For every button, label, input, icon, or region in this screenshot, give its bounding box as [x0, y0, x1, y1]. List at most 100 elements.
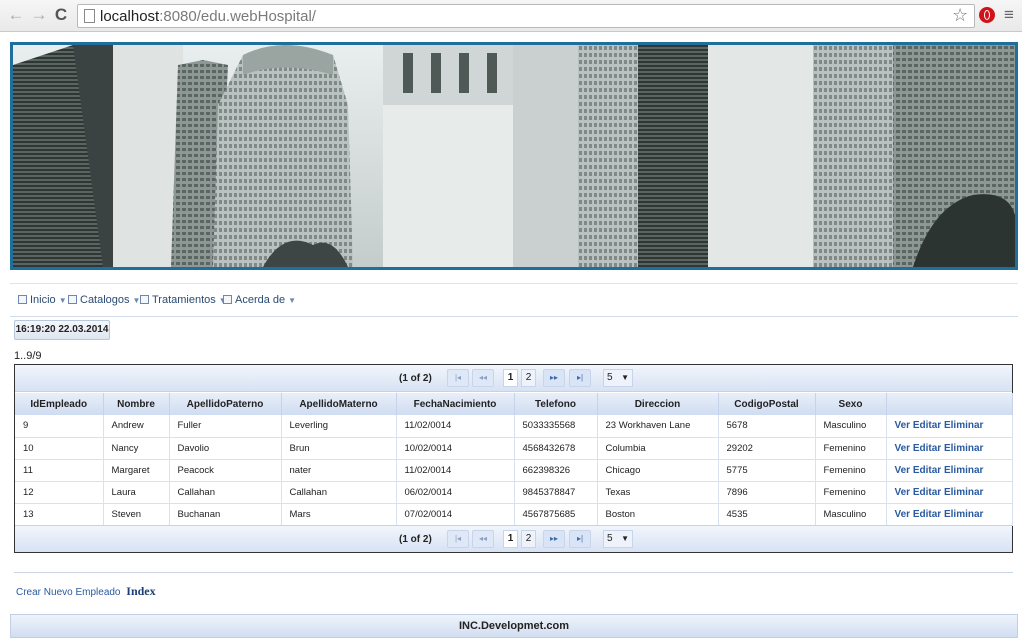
- menu-catalogos[interactable]: Catalogos ▼: [68, 294, 140, 306]
- dropdown-arrow-icon: ▼: [621, 534, 629, 543]
- next-page-button[interactable]: ▸▸: [543, 530, 565, 548]
- employee-data-table: IdEmpleado Nombre ApellidoPaterno Apelli…: [15, 393, 1013, 526]
- column-header[interactable]: CodigoPostal: [718, 393, 816, 415]
- table-cell: 4568432678: [514, 437, 598, 460]
- table-cell: Leverling: [281, 415, 397, 438]
- edit-link[interactable]: Editar: [913, 509, 941, 520]
- menu-inicio-label: Inicio: [30, 294, 56, 306]
- column-header[interactable]: ApellidoPaterno: [169, 393, 282, 415]
- table-cell: 10/02/0014: [396, 437, 515, 460]
- skyscrapers-image: [13, 45, 1015, 267]
- clock-button[interactable]: 16:19:20 22.03.2014: [14, 320, 110, 340]
- table-cell: Peacock: [169, 459, 282, 482]
- table-row[interactable]: 12 Laura Callahan Callahan 06/02/0014 9845378…: [15, 481, 1013, 504]
- table-cell: Chicago: [597, 459, 719, 482]
- column-header[interactable]: Nombre: [103, 393, 170, 415]
- table-cell: Buchanan: [169, 503, 282, 526]
- edit-link[interactable]: Editar: [913, 443, 941, 454]
- table-cell: 4567875685: [514, 503, 598, 526]
- menu-acerca-label: Acerda de: [235, 294, 286, 306]
- table-cell: 662398326: [514, 459, 598, 482]
- page-1-button[interactable]: 1: [503, 369, 518, 387]
- menu-inicio[interactable]: Inicio ▼: [18, 294, 67, 306]
- table-cell: Masculino: [815, 415, 887, 438]
- view-link[interactable]: Ver: [895, 487, 911, 498]
- address-bar[interactable]: localhost:8080/edu.webHospital/: [77, 4, 975, 28]
- rows-per-page-value: 5: [607, 533, 613, 544]
- column-header[interactable]: Direccion: [597, 393, 719, 415]
- table-cell: Laura: [103, 481, 170, 504]
- delete-link[interactable]: Eliminar: [944, 420, 983, 431]
- url-path: :8080/edu.webHospital/: [159, 8, 316, 25]
- edit-link[interactable]: Editar: [913, 487, 941, 498]
- page-2-button[interactable]: 2: [521, 369, 536, 387]
- index-link[interactable]: Index: [126, 584, 155, 598]
- table-cell: 9845378847: [514, 481, 598, 504]
- previous-page-button[interactable]: ◂◂: [472, 530, 494, 548]
- table-cell: 5775: [718, 459, 816, 482]
- browser-menu-icon[interactable]: ≡: [1004, 5, 1014, 25]
- previous-page-button[interactable]: ◂◂: [472, 369, 494, 387]
- table-cell: 4535: [718, 503, 816, 526]
- delete-link[interactable]: Eliminar: [944, 487, 983, 498]
- last-page-button[interactable]: ▸|: [569, 530, 591, 548]
- view-link[interactable]: Ver: [895, 509, 911, 520]
- rows-per-page-select[interactable]: 5 ▼: [603, 369, 633, 387]
- view-link[interactable]: Ver: [895, 465, 911, 476]
- table-cell: 10: [15, 437, 104, 460]
- main-menu-bar: Inicio▼ Catalogos▼ Tratamientos▼ Acerda …: [10, 283, 1018, 317]
- bookmark-star-icon[interactable]: ☆: [952, 5, 968, 25]
- first-page-button[interactable]: |◂: [447, 530, 469, 548]
- employee-table: (1 of 2) |◂ ◂◂ 1 2 ▸▸ ▸| 5 ▼ IdEmpleado N…: [14, 364, 1013, 553]
- table-cell: 11: [15, 459, 104, 482]
- column-header[interactable]: Telefono: [514, 393, 598, 415]
- row-actions: Ver Editar Eliminar: [886, 415, 1013, 438]
- column-header[interactable]: ApellidoMaterno: [281, 393, 397, 415]
- table-cell: Boston: [597, 503, 719, 526]
- create-employee-link[interactable]: Crear Nuevo Empleado: [16, 587, 121, 598]
- table-row[interactable]: 10 Nancy Davolio Brun 10/02/0014 4568432678 Co…: [15, 437, 1013, 460]
- building-icon: [140, 295, 149, 304]
- table-cell: Steven: [103, 503, 170, 526]
- column-header[interactable]: FechaNacimiento: [396, 393, 515, 415]
- column-header[interactable]: IdEmpleado: [15, 393, 104, 415]
- table-cell: Femenino: [815, 481, 887, 504]
- table-cell: 29202: [718, 437, 816, 460]
- delete-link[interactable]: Eliminar: [944, 465, 983, 476]
- reload-icon[interactable]: C: [51, 5, 71, 25]
- footer-links: Crear Nuevo Empleado Index: [16, 584, 156, 599]
- browser-toolbar: ← → C localhost:8080/edu.webHospital/ ☆ …: [0, 0, 1022, 32]
- url-text[interactable]: localhost:8080/edu.webHospital/: [100, 8, 316, 25]
- forward-arrow-icon[interactable]: →: [29, 5, 49, 25]
- table-cell: 13: [15, 503, 104, 526]
- divider: [14, 572, 1013, 573]
- view-link[interactable]: Ver: [895, 443, 911, 454]
- menu-catalogos-label: Catalogos: [80, 294, 130, 306]
- table-row[interactable]: 9 Andrew Fuller Leverling 11/02/0014 50333355…: [15, 415, 1013, 438]
- delete-link[interactable]: Eliminar: [944, 443, 983, 454]
- last-page-button[interactable]: ▸|: [569, 369, 591, 387]
- edit-link[interactable]: Editar: [913, 465, 941, 476]
- gear-icon: [223, 295, 232, 304]
- rows-per-page-select[interactable]: 5 ▼: [603, 530, 633, 548]
- table-row[interactable]: 13 Steven Buchanan Mars 07/02/0014 4567875685…: [15, 503, 1013, 526]
- table-cell: Columbia: [597, 437, 719, 460]
- page-2-button[interactable]: 2: [521, 530, 536, 548]
- menu-tratamientos[interactable]: Tratamientos▼: [140, 294, 227, 306]
- page-footer: INC.Developmet.com: [10, 614, 1018, 638]
- next-page-button[interactable]: ▸▸: [543, 369, 565, 387]
- back-arrow-icon[interactable]: ←: [6, 5, 26, 25]
- opera-icon[interactable]: [979, 7, 995, 23]
- table-cell: Brun: [281, 437, 397, 460]
- first-page-button[interactable]: |◂: [447, 369, 469, 387]
- rows-per-page-value: 5: [607, 372, 613, 383]
- caret-down-icon: ▼: [58, 296, 67, 305]
- view-link[interactable]: Ver: [895, 420, 911, 431]
- delete-link[interactable]: Eliminar: [944, 509, 983, 520]
- table-row[interactable]: 11 Margaret Peacock nater 11/02/0014 66239832…: [15, 459, 1013, 482]
- page-1-button[interactable]: 1: [503, 530, 518, 548]
- menu-acerca[interactable]: Acerda de ▼: [223, 294, 296, 306]
- column-header[interactable]: Sexo: [815, 393, 887, 415]
- page-icon: [84, 9, 95, 23]
- edit-link[interactable]: Editar: [913, 420, 941, 431]
